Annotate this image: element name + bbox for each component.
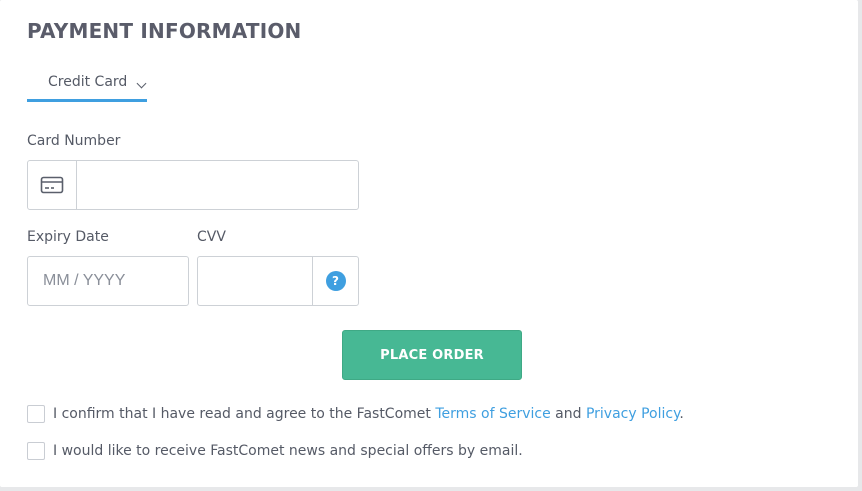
card-icon-box xyxy=(28,161,77,209)
terms-text-and: and xyxy=(550,406,586,422)
terms-agreement-row: I confirm that I have read and agree to … xyxy=(27,404,684,424)
page-title: PAYMENT INFORMATION xyxy=(27,19,302,43)
privacy-policy-link[interactable]: Privacy Policy xyxy=(586,406,679,422)
news-optin-checkbox[interactable] xyxy=(27,442,45,460)
news-optin-text: I would like to receive FastComet news a… xyxy=(53,443,523,459)
card-number-label: Card Number xyxy=(27,133,121,149)
cvv-help-button[interactable]: ? xyxy=(312,257,358,305)
cvv-field: ? xyxy=(197,256,359,306)
news-optin-row: I would like to receive FastComet news a… xyxy=(27,441,523,461)
place-order-button[interactable]: PLACE ORDER xyxy=(342,330,522,380)
credit-card-icon xyxy=(40,176,64,194)
card-number-field xyxy=(27,160,359,210)
chevron-down-icon xyxy=(136,78,147,89)
cvv-label: CVV xyxy=(197,229,226,245)
payment-method-dropdown[interactable]: Credit Card xyxy=(27,66,147,102)
expiry-date-input[interactable] xyxy=(27,256,189,306)
cvv-input[interactable] xyxy=(198,257,312,305)
terms-text-after: . xyxy=(679,406,684,422)
terms-text-before: I confirm that I have read and agree to … xyxy=(53,406,436,422)
terms-of-service-link[interactable]: Terms of Service xyxy=(435,406,550,422)
payment-panel: PAYMENT INFORMATION Credit Card Card Num… xyxy=(0,0,858,487)
payment-method-label: Credit Card xyxy=(48,74,128,90)
expiry-date-label: Expiry Date xyxy=(27,229,109,245)
question-circle-icon: ? xyxy=(325,271,346,291)
terms-checkbox[interactable] xyxy=(27,405,45,423)
terms-agreement-text: I confirm that I have read and agree to … xyxy=(53,406,684,422)
card-number-input[interactable] xyxy=(77,161,358,209)
